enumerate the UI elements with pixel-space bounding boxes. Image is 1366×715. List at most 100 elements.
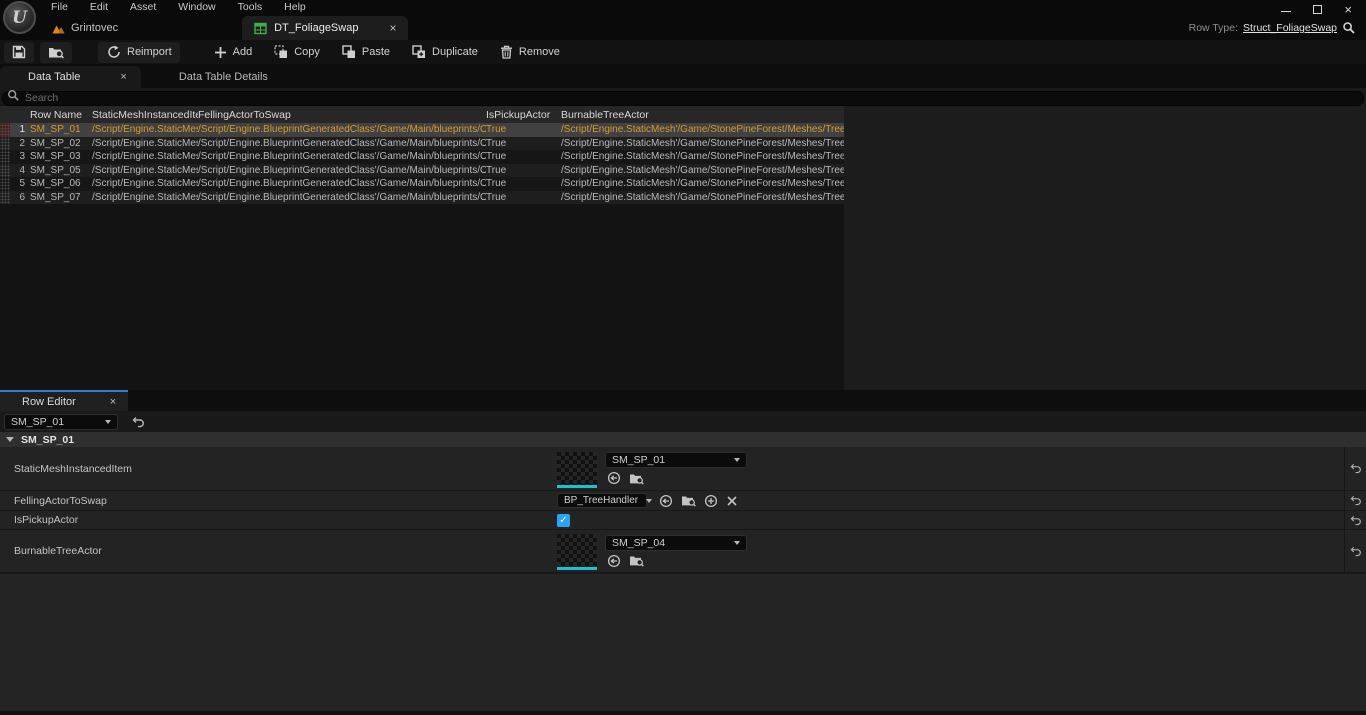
unreal-data-table-editor: File Edit Asset Window Tools Help Grinto… [0,0,1366,715]
category-header[interactable]: SM_SP_01 [0,432,1366,447]
tab-row-editor[interactable]: Row Editor [0,390,128,411]
tab-dt-foliageswap[interactable]: DT_FoliageSwap [242,16,408,40]
doc-tab-label: DT_FoliageSwap [274,22,358,34]
remove-label: Remove [519,46,560,58]
duplicate-button[interactable]: Duplicate [404,42,486,63]
maximize-button[interactable] [1313,5,1322,14]
property-row-burnable-tree: BurnableTreeActor SM_SP_04 [0,530,1366,573]
mountain-icon [52,23,65,34]
search-input[interactable] [2,91,1364,106]
felling-actor-cell: /Script/Engine.BlueprintGeneratedClass'/… [198,124,486,135]
window-bottom-edge [0,711,1366,715]
copy-icon [274,45,288,59]
table-row[interactable]: 4 SM_SP_05 /Script/Engine.StaticMesh'/Ga… [0,164,844,178]
static-mesh-cell: /Script/Engine.StaticMesh'/Ga [92,192,198,203]
drag-handle[interactable] [0,137,10,151]
col-row-name[interactable]: Row Name [30,109,92,121]
reimport-icon [106,45,121,59]
data-table-panel: Row Name StaticMeshInstancedItem Felling… [0,104,844,390]
reset-to-default-icon[interactable] [1350,515,1362,526]
use-selected-asset-icon[interactable] [607,554,621,568]
save-button[interactable] [4,42,34,63]
table-row[interactable]: 1 SM_SP_01 /Script/Engine.StaticMesh'/Ga… [0,123,844,137]
drag-handle[interactable] [0,164,10,178]
static-mesh-dropdown[interactable]: SM_SP_01 [605,452,747,468]
search-icon[interactable] [1342,21,1356,35]
col-pickup[interactable]: IsPickupActor [486,109,561,121]
menu-tools[interactable]: Tools [229,1,272,13]
copy-button[interactable]: Copy [266,42,328,63]
felling-actor-cell: /Script/Engine.BlueprintGeneratedClass'/… [198,178,486,189]
felling-actor-cell: /Script/Engine.BlueprintGeneratedClass'/… [198,151,486,162]
static-mesh-cell: /Script/Engine.StaticMesh'/Ga [92,151,198,162]
clear-icon[interactable] [726,495,738,507]
asset-thumbnail[interactable] [557,534,597,570]
reset-icon[interactable] [132,416,145,428]
close-tab-icon[interactable] [120,71,126,83]
empty-panel-area [844,104,1366,390]
unreal-logo-icon [3,1,36,34]
browse-to-asset-icon[interactable] [681,494,696,507]
tab-data-table-details[interactable]: Data Table Details [163,66,284,88]
asset-tab-row: Grintovec DT_FoliageSwap Row Type: Struc… [0,14,1366,40]
search-row [0,88,1366,104]
static-mesh-cell: /Script/Engine.StaticMesh'/Ga [92,165,198,176]
table-row[interactable]: 5 SM_SP_06 /Script/Engine.StaticMesh'/Ga… [0,177,844,191]
pick-actor-icon[interactable] [704,494,718,508]
data-table-tab-label: Data Table [28,71,80,83]
row-select-dropdown[interactable]: SM_SP_01 [4,414,118,430]
row-selector-bar: SM_SP_01 [0,411,1366,432]
close-tab-icon[interactable] [389,21,396,35]
col-static-mesh[interactable]: StaticMeshInstancedItem [92,109,198,121]
chevron-down-icon [646,499,652,503]
felling-actor-value: BP_TreeHandler [564,495,638,506]
use-selected-asset-icon[interactable] [607,471,621,485]
tab-data-table[interactable]: Data Table [0,66,141,88]
drag-handle[interactable] [0,191,10,205]
close-tab-icon[interactable] [110,396,116,408]
table-row[interactable]: 6 SM_SP_07 /Script/Engine.StaticMesh'/Ga… [0,191,844,205]
reset-to-default-icon[interactable] [1350,546,1362,557]
add-label: Add [233,46,253,58]
menu-file[interactable]: File [42,1,77,13]
menu-asset[interactable]: Asset [121,1,165,13]
pickup-cell: True [486,151,561,162]
browse-to-asset-icon[interactable] [629,472,644,485]
row-select-value: SM_SP_01 [11,416,64,428]
tab-level-grintovec[interactable]: Grintovec [38,16,132,40]
burnable-tree-value: SM_SP_04 [612,537,665,549]
level-tab-label: Grintovec [71,22,118,34]
burnable-tree-dropdown[interactable]: SM_SP_04 [605,535,747,551]
felling-actor-cell: /Script/Engine.BlueprintGeneratedClass'/… [198,138,486,149]
pickup-cell: True [486,124,561,135]
reset-to-default-icon[interactable] [1350,463,1362,474]
close-window-button[interactable] [1344,5,1352,14]
browse-to-asset-icon[interactable] [629,554,644,567]
felling-actor-dropdown[interactable]: BP_TreeHandler [557,493,647,508]
use-selected-asset-icon[interactable] [659,494,673,508]
menu-edit[interactable]: Edit [81,1,117,13]
row-type-link[interactable]: Struct_FoliageSwap [1243,22,1337,34]
burnable-cell: /Script/Engine.StaticMesh'/Game/StonePin… [561,192,844,203]
table-row[interactable]: 3 SM_SP_03 /Script/Engine.StaticMesh'/Ga… [0,150,844,164]
col-felling[interactable]: FellingActorToSwap [198,109,486,121]
col-burnable[interactable]: BurnableTreeActor [561,109,844,121]
add-button[interactable]: Add [206,42,261,63]
minimize-button[interactable] [1281,6,1291,12]
table-row[interactable]: 2 SM_SP_02 /Script/Engine.StaticMesh'/Ga… [0,137,844,151]
drag-handle[interactable] [0,150,10,164]
asset-thumbnail[interactable] [557,452,597,488]
property-label: BurnableTreeActor [0,530,557,572]
menu-help[interactable]: Help [275,1,315,13]
static-mesh-cell: /Script/Engine.StaticMesh'/Ga [92,138,198,149]
reset-to-default-icon[interactable] [1350,495,1362,506]
is-pickup-checkbox[interactable] [557,514,570,527]
drag-handle[interactable] [0,177,10,191]
static-mesh-cell: /Script/Engine.StaticMesh'/Ga [92,124,198,135]
drag-handle[interactable] [0,123,10,137]
menu-window[interactable]: Window [169,1,224,13]
browse-asset-button[interactable] [40,42,72,63]
reimport-button[interactable]: Reimport [98,42,180,63]
remove-button[interactable]: Remove [492,42,568,63]
paste-button[interactable]: Paste [334,42,398,63]
